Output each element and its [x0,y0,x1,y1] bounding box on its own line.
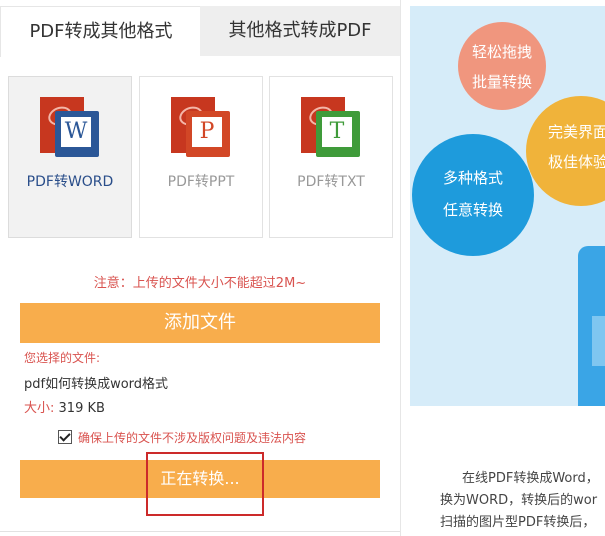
mode-tabs: PDF转成其他格式 其他格式转成PDF [0,6,400,57]
ppt-file-icon: P [171,97,233,159]
promo-panel: 轻松拖拽 批量转换 完美界面 极佳体验 多种格式 任意转换 在线PDF转换成Wo… [410,6,605,536]
format-label-txt: PDF转TXT [297,174,365,190]
service-description: 在线PDF转换成Word， 换为WORD，转换后的wor 扫描的图片型PDF转换… [410,468,605,534]
selected-file-name: pdf如何转换成word格式 [24,377,169,392]
copyright-agreement: 确保上传的文件不涉及版权问题及违法内容 [58,429,398,445]
tab-other-to-pdf[interactable]: 其他格式转成PDF [200,6,400,56]
description-line: 换为WORD，转换后的wor [440,493,598,508]
feature-bubble-drag: 轻松拖拽 批量转换 [458,22,546,110]
feature-bubble-ui: 完美界面 极佳体验 [526,96,605,206]
description-line: 在线PDF转换成Word， [462,471,599,486]
selected-file-label: 您选择的文件: [24,351,101,365]
txt-file-icon: T [301,97,363,159]
description-line: 扫描的图片型PDF转换后， [440,515,596,530]
banner-graphic-accent [592,316,605,366]
format-card-txt[interactable]: T PDF转TXT [269,76,393,238]
word-file-icon: W [40,97,102,159]
converter-panel: PDF转成其他格式 其他格式转成PDF W PDF转WORD P PDF转PPT… [0,0,401,536]
divider [0,531,400,532]
agree-text: 确保上传的文件不涉及版权问题及违法内容 [78,431,307,445]
format-card-ppt[interactable]: P PDF转PPT [139,76,263,238]
tab-pdf-to-other[interactable]: PDF转成其他格式 [0,6,201,57]
feature-banner: 轻松拖拽 批量转换 完美界面 极佳体验 多种格式 任意转换 [410,6,605,406]
feature-bubble-formats: 多种格式 任意转换 [412,134,534,256]
file-size-label: 大小: [24,401,55,416]
format-options: W PDF转WORD P PDF转PPT T PDF转TXT [8,76,393,238]
file-size-row: 大小: 319 KB [24,397,105,416]
upload-size-notice: 注意：上传的文件大小不能超过2M~ [93,276,307,291]
add-file-button[interactable]: 添加文件 [20,303,380,343]
file-size-value: 319 KB [58,401,105,416]
agree-checkbox[interactable] [58,430,72,444]
format-label-word: PDF转WORD [26,174,114,190]
check-icon [59,430,71,442]
highlight-box [146,452,264,516]
format-label-ppt: PDF转PPT [167,174,235,190]
format-card-word[interactable]: W PDF转WORD [8,76,132,238]
